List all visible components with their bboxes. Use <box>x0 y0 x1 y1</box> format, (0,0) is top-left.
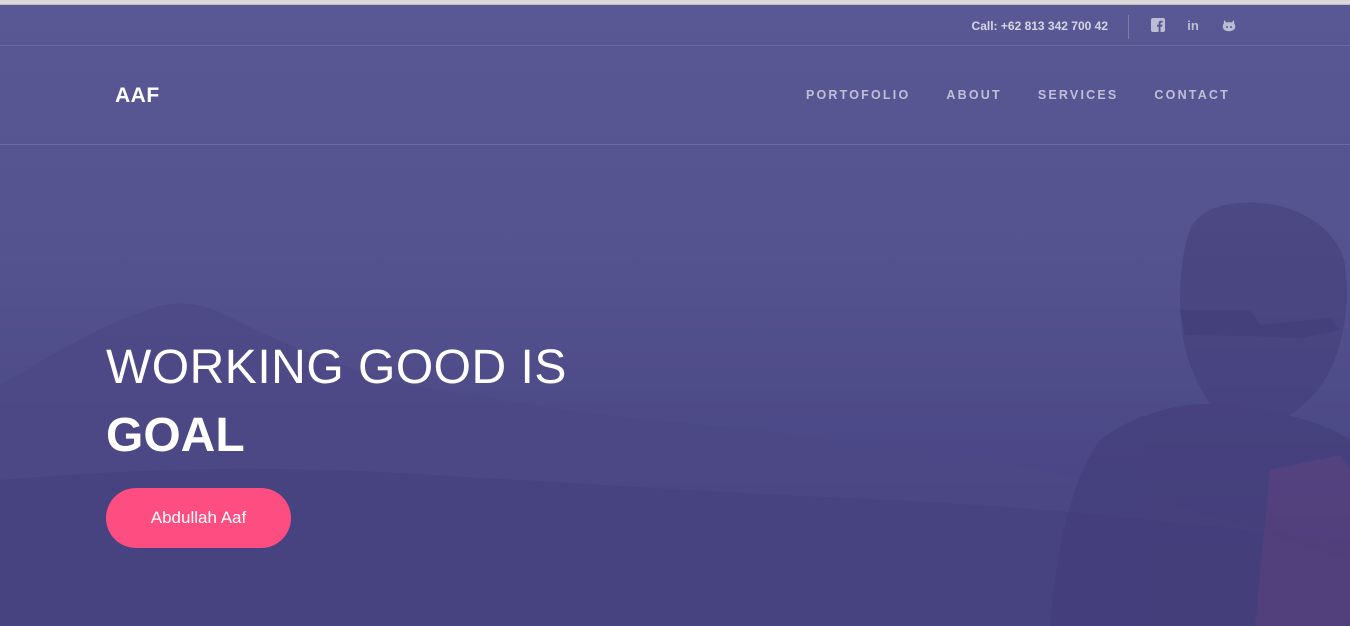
hero-headline: WORKING GOOD IS <box>106 341 567 394</box>
github-icon[interactable] <box>1221 17 1237 33</box>
linkedin-icon[interactable]: in <box>1185 17 1201 33</box>
nav-link-about[interactable]: ABOUT <box>946 88 1001 102</box>
site-logo[interactable]: AAF <box>115 84 160 108</box>
top-info-bar: Call: +62 813 342 700 42 in <box>0 5 1350 46</box>
nav-link-contact[interactable]: CONTACT <box>1154 88 1230 102</box>
nav-link-services[interactable]: SERVICES <box>1038 88 1119 102</box>
hero-cta-button[interactable]: Abdullah Aaf <box>106 488 291 548</box>
person-silhouette <box>1050 202 1350 626</box>
topbar-divider <box>1128 15 1129 39</box>
nav-menu: PORTOFOLIO ABOUT SERVICES CONTACT <box>806 88 1230 102</box>
linkedin-glyph: in <box>1187 17 1199 33</box>
nav-link-portofolio[interactable]: PORTOFOLIO <box>806 88 910 102</box>
main-navbar: AAF PORTOFOLIO ABOUT SERVICES CONTACT <box>0 46 1350 145</box>
facebook-icon[interactable] <box>1150 17 1166 33</box>
hero-headline-strong: GOAL <box>106 409 245 462</box>
phone-number: Call: +62 813 342 700 42 <box>971 19 1108 33</box>
